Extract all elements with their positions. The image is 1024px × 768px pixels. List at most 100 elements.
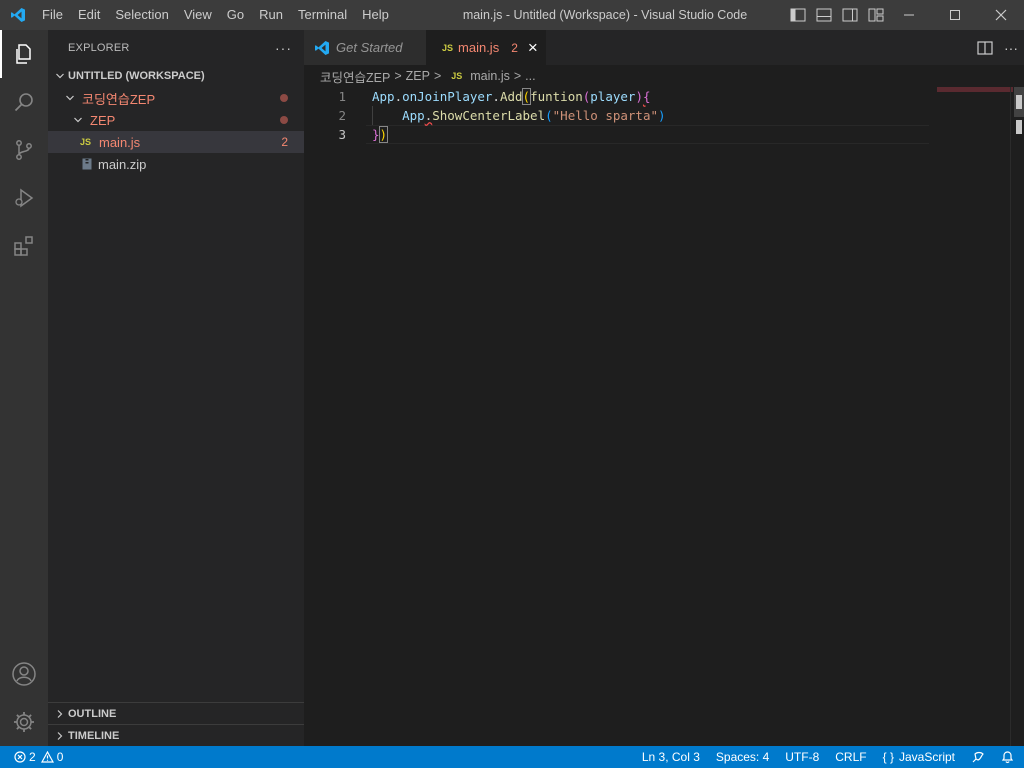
menu-bar: File Edit Selection View Go Run Terminal… xyxy=(35,0,397,30)
subfolder-row[interactable]: ZEP xyxy=(48,109,304,131)
token-identifier: App xyxy=(402,108,425,123)
code-editor[interactable]: 1 2 3 App.onJoinPlayer.Add(funtion(playe… xyxy=(304,87,1024,746)
code-content[interactable]: App.onJoinPlayer.Add(funtion(player){ Ap… xyxy=(372,87,666,144)
subfolder-name: ZEP xyxy=(90,112,116,128)
file-name: main.js xyxy=(99,134,141,150)
notifications-bell-icon[interactable] xyxy=(993,746,1024,768)
menu-file[interactable]: File xyxy=(35,0,71,30)
extensions-icon[interactable] xyxy=(0,222,48,270)
manage-gear-icon[interactable] xyxy=(0,698,48,746)
vertical-scrollbar[interactable] xyxy=(1010,87,1024,746)
chevron-down-icon xyxy=(70,112,86,128)
token-bracket: ) xyxy=(658,108,666,123)
javascript-file-icon: JS xyxy=(451,71,463,81)
minimize-icon[interactable] xyxy=(886,0,932,30)
menu-view[interactable]: View xyxy=(177,0,220,30)
javascript-file-icon: JS xyxy=(80,137,92,147)
token-function: ShowCenterLabel xyxy=(432,108,546,123)
encoding[interactable]: UTF-8 xyxy=(777,746,827,768)
status-bar: 2 0 Ln 3, Col 3 Spaces: 4 UTF-8 CRLF { }… xyxy=(0,746,1024,768)
file-row-main-zip[interactable]: main.zip xyxy=(48,153,304,175)
language-braces-icon: { } xyxy=(882,750,894,764)
menu-selection[interactable]: Selection xyxy=(108,0,176,30)
file-row-main-js[interactable]: JS main.js 2 xyxy=(48,131,304,153)
maximize-icon[interactable] xyxy=(932,0,978,30)
line-number-gutter: 1 2 3 xyxy=(304,87,354,144)
breadcrumb-file[interactable]: main.js xyxy=(470,69,510,83)
indentation[interactable]: Spaces: 4 xyxy=(708,746,777,768)
token-bracket: ( xyxy=(545,108,553,123)
explorer-icon[interactable] xyxy=(0,30,48,78)
split-editor-icon[interactable] xyxy=(972,30,998,65)
line-number: 3 xyxy=(338,127,346,142)
explorer-sidebar: EXPLORER ··· UNTITLED (WORKSPACE) 코딩연습ZE… xyxy=(48,30,304,746)
tab-close-button[interactable]: × xyxy=(528,30,538,65)
problems-indicator[interactable]: 2 0 xyxy=(10,746,71,768)
editor-actions: ··· xyxy=(972,30,1024,65)
token-identifier: App xyxy=(372,89,395,104)
line-number: 1 xyxy=(338,89,346,104)
window-title: main.js - Untitled (Workspace) - Visual … xyxy=(462,8,748,22)
chevron-right-icon xyxy=(52,728,68,744)
explorer-more-actions[interactable]: ··· xyxy=(275,40,292,56)
modified-indicator xyxy=(280,94,288,102)
accounts-icon[interactable] xyxy=(0,650,48,698)
tab-label: Get Started xyxy=(336,40,403,55)
menu-run[interactable]: Run xyxy=(252,0,291,30)
chevron-down-icon xyxy=(52,68,68,84)
window-controls xyxy=(886,0,1024,30)
menu-edit[interactable]: Edit xyxy=(71,0,108,30)
outline-section[interactable]: OUTLINE xyxy=(48,702,304,724)
menu-help[interactable]: Help xyxy=(355,0,397,30)
run-debug-icon[interactable] xyxy=(0,174,48,222)
token-identifier: onJoinPlayer xyxy=(402,89,493,104)
warning-count: 0 xyxy=(56,750,64,764)
source-control-icon[interactable] xyxy=(0,126,48,174)
breadcrumb-subfolder[interactable]: ZEP xyxy=(406,69,430,83)
explorer-title: EXPLORER xyxy=(68,41,130,54)
menu-go[interactable]: Go xyxy=(220,0,252,30)
breadcrumb-separator: > xyxy=(394,69,402,83)
minimap[interactable] xyxy=(937,87,1013,92)
end-of-line[interactable]: CRLF xyxy=(827,746,874,768)
layout-controls xyxy=(787,0,891,30)
status-bar-right: Ln 3, Col 3 Spaces: 4 UTF-8 CRLF { } Jav… xyxy=(634,746,1024,768)
folder-name: 코딩연습ZEP xyxy=(82,91,156,107)
toggle-secondary-sidebar-icon[interactable] xyxy=(839,0,861,30)
folder-row[interactable]: 코딩연습ZEP xyxy=(48,87,304,109)
close-window-icon[interactable] xyxy=(978,0,1024,30)
token-punct: . xyxy=(492,89,500,104)
customize-layout-icon[interactable] xyxy=(865,0,887,30)
toggle-primary-sidebar-icon[interactable] xyxy=(787,0,809,30)
editor-more-actions[interactable]: ··· xyxy=(998,30,1024,65)
timeline-section[interactable]: TIMELINE xyxy=(48,724,304,746)
breadcrumb-folder[interactable]: 코딩연습ZEP xyxy=(320,67,390,86)
search-icon[interactable] xyxy=(0,78,48,126)
cursor-position[interactable]: Ln 3, Col 3 xyxy=(634,746,708,768)
error-count: 2 xyxy=(29,750,36,764)
feedback-icon[interactable] xyxy=(963,746,993,768)
javascript-file-icon: JS xyxy=(442,42,454,53)
token-bracket: ) xyxy=(378,126,389,143)
token-function: funtion xyxy=(530,89,583,104)
line-number: 2 xyxy=(338,108,346,123)
token-bracket: { xyxy=(642,89,651,104)
breadcrumb-separator: > xyxy=(433,69,442,83)
toggle-panel-icon[interactable] xyxy=(813,0,835,30)
tab-main-js[interactable]: JS main.js 2 × xyxy=(426,30,546,65)
breadcrumb-symbol[interactable]: ... xyxy=(525,69,535,83)
status-bar-left: 2 0 xyxy=(0,746,71,768)
breadcrumb-separator: > xyxy=(513,69,522,83)
token-bracket: } xyxy=(372,127,380,142)
language-label: JavaScript xyxy=(898,750,955,764)
tab-get-started[interactable]: Get Started xyxy=(304,30,426,65)
token-whitespace xyxy=(372,108,402,123)
workspace-section[interactable]: UNTITLED (WORKSPACE) xyxy=(48,65,304,87)
modified-indicator xyxy=(280,116,288,124)
menu-terminal[interactable]: Terminal xyxy=(291,0,355,30)
timeline-title: TIMELINE xyxy=(68,729,120,742)
code-line: }) xyxy=(372,125,666,144)
token-bracket: ( xyxy=(521,88,532,105)
language-mode[interactable]: { } JavaScript xyxy=(875,746,963,768)
token-punct: . xyxy=(394,89,403,104)
